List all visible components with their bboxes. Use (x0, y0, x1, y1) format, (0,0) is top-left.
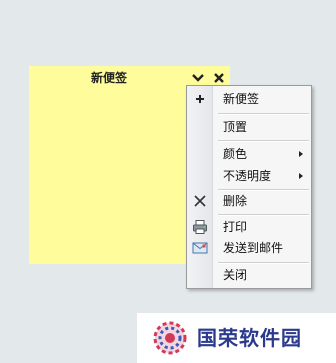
menu-item-pin-top[interactable]: 顶置 (187, 116, 311, 138)
menu-item-opacity[interactable]: 不透明度 (187, 165, 311, 187)
close-icon[interactable] (212, 71, 226, 85)
menu-item-label: 关闭 (223, 268, 248, 282)
menu-separator (218, 140, 309, 142)
menu-separator (218, 113, 309, 115)
email-icon (192, 242, 208, 254)
menu-item-label: 删除 (223, 194, 248, 208)
watermark-text: 国荣软件园 (197, 326, 302, 350)
menu-item-label: 发送到邮件 (223, 241, 284, 255)
globe-logo-icon (153, 321, 187, 355)
menu-item-label: 打印 (223, 220, 248, 234)
menu-item-close[interactable]: 关闭 (187, 264, 311, 286)
menu-item-label: 新便签 (223, 92, 260, 106)
submenu-arrow-icon (299, 173, 303, 179)
context-menu: 新便签 顶置 颜色 不透明度 删除 打印 发送到邮件 关闭 (186, 85, 312, 289)
printer-icon (193, 220, 207, 234)
watermark-logo: 国荣软件园 (137, 313, 336, 363)
plus-icon (196, 95, 204, 103)
menu-item-print[interactable]: 打印 (187, 216, 311, 238)
note-title: 新便签 (90, 71, 127, 85)
submenu-arrow-icon (299, 151, 303, 157)
chevron-down-icon[interactable] (191, 72, 205, 84)
menu-item-new-note[interactable]: 新便签 (187, 88, 311, 110)
delete-x-icon (194, 195, 206, 207)
menu-item-label: 不透明度 (223, 169, 272, 183)
menu-item-send-email[interactable]: 发送到邮件 (187, 237, 311, 259)
menu-item-delete[interactable]: 删除 (187, 190, 311, 212)
menu-item-label: 颜色 (223, 147, 248, 161)
menu-item-color[interactable]: 颜色 (187, 143, 311, 165)
menu-item-label: 顶置 (223, 120, 248, 134)
